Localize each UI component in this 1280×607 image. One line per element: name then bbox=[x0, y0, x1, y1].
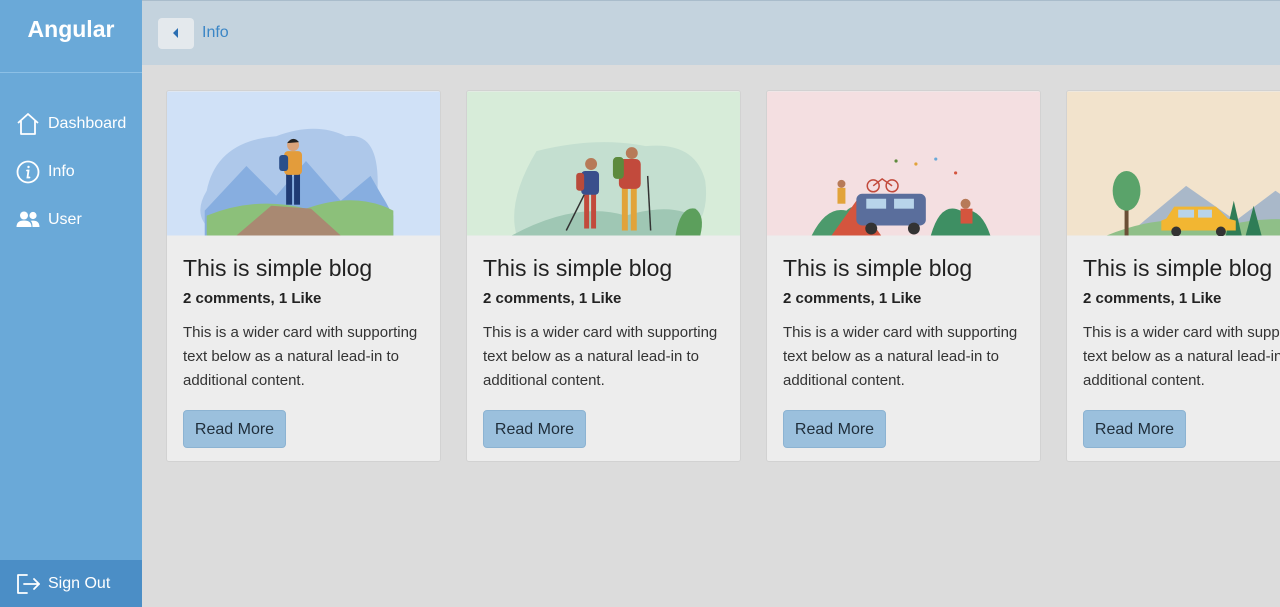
breadcrumb: Info bbox=[202, 24, 229, 41]
card-title: This is simple blog bbox=[783, 255, 973, 281]
card-text: This is a wider card with supporting tex… bbox=[783, 324, 1018, 389]
blog-card: This is simple blog 2 comments, 1 Like T… bbox=[466, 90, 741, 462]
back-button[interactable] bbox=[158, 17, 194, 49]
read-more-button[interactable]: Read More bbox=[783, 410, 886, 448]
card-meta: 2 comments, 1 Like bbox=[183, 290, 322, 307]
blog-card: This is simple blog 2 comments, 1 Like T… bbox=[166, 90, 441, 462]
info-icon bbox=[16, 160, 40, 184]
card-text: This is a wider card with supporting tex… bbox=[483, 324, 718, 389]
road-trip-illustration bbox=[1067, 91, 1280, 237]
card-title: This is simple blog bbox=[183, 255, 373, 281]
home-icon bbox=[17, 113, 39, 135]
sidebar-item-label: User bbox=[48, 211, 82, 228]
users-icon bbox=[16, 211, 40, 227]
sidebar-nav: Dashboard Info User bbox=[0, 100, 142, 244]
sidebar-item-user[interactable]: User bbox=[0, 196, 142, 244]
blog-card: This is simple blog 2 comments, 1 Like T… bbox=[1066, 90, 1280, 462]
read-more-button[interactable]: Read More bbox=[483, 410, 586, 448]
read-more-button[interactable]: Read More bbox=[183, 410, 286, 448]
sidebar-item-label: Info bbox=[48, 163, 75, 180]
sidebar: Angular Dashboard Info User Sign Out bbox=[0, 0, 142, 607]
card-meta: 2 comments, 1 Like bbox=[783, 290, 922, 307]
card-title: This is simple blog bbox=[1083, 255, 1273, 281]
read-more-button[interactable]: Read More bbox=[1083, 410, 1186, 448]
top-bar: Info bbox=[142, 0, 1280, 65]
sign-out-icon bbox=[17, 573, 40, 594]
card-meta: 2 comments, 1 Like bbox=[1083, 290, 1222, 307]
sign-out-button[interactable]: Sign Out bbox=[0, 560, 142, 607]
camping-illustration bbox=[767, 91, 1040, 236]
card-text: This is a wider card with supporting tex… bbox=[1083, 324, 1280, 389]
sign-out-label: Sign Out bbox=[48, 574, 111, 592]
caret-left-icon bbox=[173, 28, 178, 38]
sidebar-item-info[interactable]: Info bbox=[0, 148, 142, 196]
card-text: This is a wider card with supporting tex… bbox=[183, 324, 418, 389]
sidebar-item-dashboard[interactable]: Dashboard bbox=[0, 100, 142, 148]
blog-card: This is simple blog 2 comments, 1 Like T… bbox=[766, 90, 1041, 462]
hikers-illustration bbox=[467, 91, 740, 236]
hiker-illustration bbox=[167, 91, 440, 236]
brand-title: Angular bbox=[0, 0, 142, 73]
card-meta: 2 comments, 1 Like bbox=[483, 290, 622, 307]
sidebar-item-label: Dashboard bbox=[48, 115, 127, 132]
card-title: This is simple blog bbox=[483, 255, 673, 281]
